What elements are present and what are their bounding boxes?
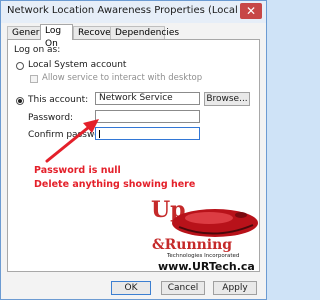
properties-dialog: Network Location Awareness Properties (L… xyxy=(0,0,267,300)
apply-button[interactable]: Apply xyxy=(213,281,257,295)
title-bar: Network Location Awareness Properties (L… xyxy=(1,1,266,23)
account-name-input[interactable]: Network Service xyxy=(95,92,200,105)
local-system-radio[interactable] xyxy=(16,62,24,70)
cancel-button[interactable]: Cancel xyxy=(161,281,205,295)
this-account-label: This account: xyxy=(28,95,89,105)
ok-button[interactable]: OK xyxy=(111,281,151,295)
annotation-arrow xyxy=(45,119,99,163)
allow-interact-checkbox[interactable] xyxy=(30,75,38,83)
logo-tagline: Technologies Incorporated xyxy=(167,253,240,259)
allow-interact-label: Allow service to interact with desktop xyxy=(42,73,203,83)
tab-recovery[interactable]: Recovery xyxy=(73,26,120,40)
tab-general[interactable]: General xyxy=(7,26,47,40)
close-button[interactable]: ✕ xyxy=(240,3,262,19)
tab-log-on[interactable]: Log On xyxy=(40,24,73,49)
tab-dependencies[interactable]: Dependencies xyxy=(110,26,179,40)
logo-running-text: &Running xyxy=(152,237,233,253)
computer-mouse-icon xyxy=(172,209,258,237)
annotation-line-1: Password is null xyxy=(34,165,121,176)
browse-button[interactable]: Browse... xyxy=(204,92,250,106)
local-system-label: Local System account xyxy=(28,60,127,70)
annotation-line-2: Delete anything showing here xyxy=(34,179,196,190)
this-account-radio[interactable] xyxy=(16,97,24,105)
window-title: Network Location Awareness Properties (L… xyxy=(7,5,243,16)
arrow-shaft xyxy=(45,125,91,163)
logo-url: www.URTech.ca xyxy=(158,260,255,273)
